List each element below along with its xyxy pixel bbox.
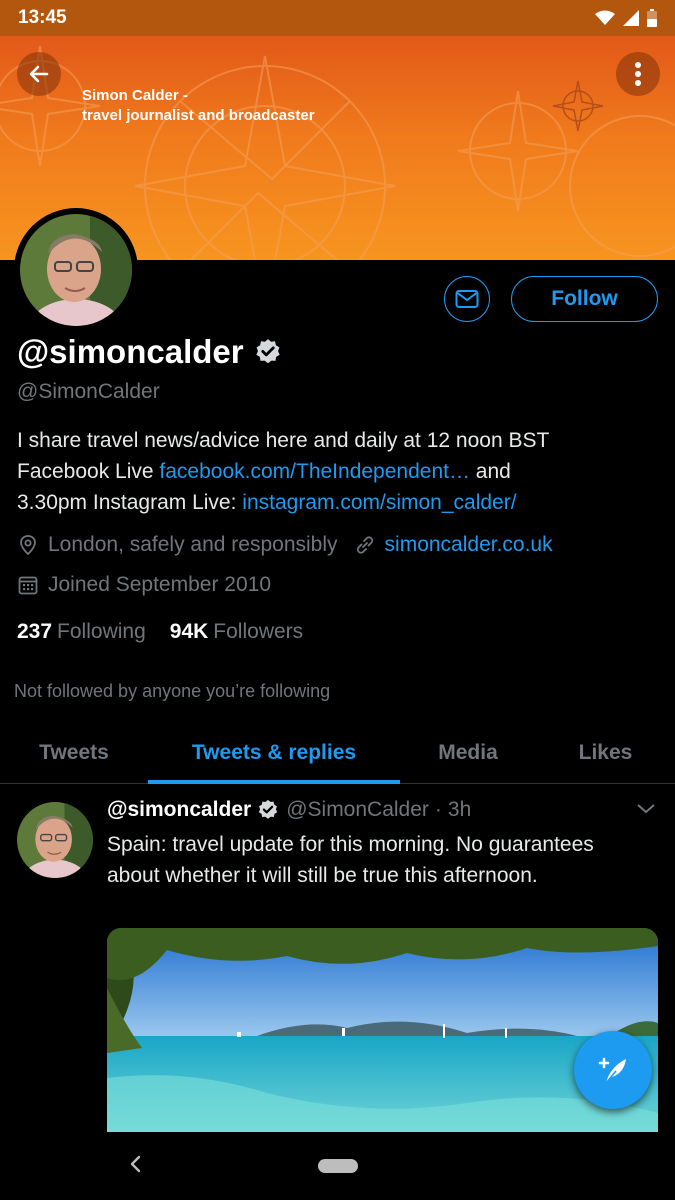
profile-tabs: Tweets Tweets & replies Media Likes [0,722,675,784]
tweet-avatar[interactable] [17,802,93,878]
avatar-photo [20,214,132,326]
back-button[interactable] [17,52,61,96]
tab-tweets[interactable]: Tweets [0,722,148,783]
profile-handle: @SimonCalder [17,380,160,403]
more-vertical-icon [635,62,641,86]
compose-tweet-button[interactable] [574,1031,652,1109]
following-label: Following [57,620,146,643]
tweet-author-name[interactable]: @simoncalder [107,798,251,822]
tweet-separator: · [434,798,442,821]
bio-line-2: Facebook Live facebook.com/TheIndependen… [17,456,657,487]
verified-badge-icon [259,799,278,819]
mail-icon [455,290,479,308]
chevron-down-icon[interactable] [636,802,656,816]
status-icons [595,9,657,27]
bio-line-2-suffix: and [469,460,511,483]
followers-count: 94K [169,620,209,643]
tweet-header: @simoncalder @SimonCalder · 3h [107,798,471,822]
system-nav-bar [0,1132,675,1200]
tweet-media-image[interactable] [107,928,658,1132]
not-followed-notice: Not followed by anyone you’re following [14,681,331,701]
calendar-icon [17,574,39,596]
profile-website-link[interactable]: simoncalder.co.uk [385,533,553,557]
bio-line-1: I share travel news/advice here and dail… [17,429,550,452]
status-time: 13:45 [18,7,67,28]
tweet-author-handle: @SimonCalder [286,798,429,821]
followers-label: Followers [213,620,304,643]
tweet-time: 3h [447,798,472,821]
instagram-link[interactable]: instagram.com/simon_calder/ [242,491,516,514]
verified-badge-icon [255,339,280,364]
display-name: @simoncalder [17,333,282,371]
profile-bio: I share travel news/advice here and dail… [17,425,657,518]
wifi-icon [595,10,615,25]
profile-location: London, safely and responsibly [48,533,338,556]
compose-tweet-icon [598,1057,626,1084]
bio-line-2-prefix: Facebook Live [17,460,160,483]
back-arrow-icon [29,65,49,83]
tweet-text: Spain: travel update for this morning. N… [107,833,594,887]
profile-meta-joined: Joined September 2010 [17,573,271,597]
profile-avatar[interactable] [14,208,138,332]
banner-caption: Simon Calder - travel journalist and bro… [82,86,315,126]
location-pin-icon [17,534,39,556]
profile-meta-location-website: London, safely and responsibly simoncald… [17,533,553,557]
tab-likes[interactable]: Likes [536,722,675,783]
status-bar: 13:45 [0,0,675,36]
nav-back-icon[interactable] [128,1154,142,1174]
more-options-button[interactable] [616,52,660,96]
facebook-link[interactable]: facebook.com/TheIndependent… [159,460,470,483]
link-icon [354,534,376,556]
battery-icon [647,9,657,27]
signal-icon [623,10,639,26]
message-button[interactable] [444,276,490,322]
follow-button[interactable]: Follow [511,276,658,322]
banner-caption-line1: Simon Calder - [82,87,188,104]
nav-home-pill[interactable] [318,1159,358,1173]
following-count: 237 [17,620,53,643]
bio-line-3-prefix: 3.30pm Instagram Live: [17,491,243,514]
following-count-link[interactable]: 237 Following [17,620,146,644]
tab-media[interactable]: Media [400,722,536,783]
followers-count-link[interactable]: 94K Followers [170,620,303,644]
banner-caption-line2: travel journalist and broadcaster [82,107,315,124]
display-name-text: @simoncalder [17,333,244,370]
bio-line-3: 3.30pm Instagram Live: instagram.com/sim… [17,487,657,518]
profile-joined-date: Joined September 2010 [48,573,271,596]
tab-tweets-and-replies[interactable]: Tweets & replies [148,722,400,784]
follow-counts: 237 Following 94K Followers [17,620,303,644]
